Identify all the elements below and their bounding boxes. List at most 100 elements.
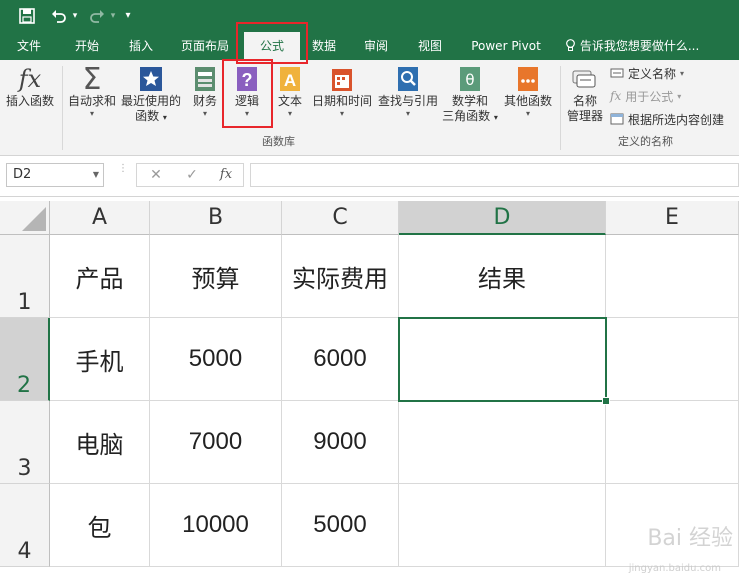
svg-text:A: A	[284, 71, 296, 90]
math-trig-button[interactable]: θ 数学和 三角函数 ▾	[442, 64, 498, 125]
insert-function-icon[interactable]: fx	[211, 164, 241, 186]
cell-d4[interactable]	[399, 484, 606, 567]
customize-qat-button[interactable]: ▾	[121, 0, 135, 32]
calendar-icon	[328, 64, 356, 94]
lightbulb-icon	[566, 39, 575, 51]
ribbon-formulas: fx 插入函数 Σ 自动求和 ▾ 最近使用的 函数 ▾ 财务 ▾ ? 逻辑 ▾	[0, 22, 739, 156]
name-box-dropdown-icon[interactable]: ▼	[93, 164, 99, 186]
recently-used-button[interactable]: 最近使用的 函数 ▾	[120, 64, 182, 125]
financial-button[interactable]: 财务 ▾	[186, 64, 224, 119]
tab-home[interactable]: 开始	[62, 32, 112, 60]
cell-a2[interactable]: 手机	[50, 318, 150, 401]
autosum-label: 自动求和	[67, 94, 116, 108]
group-label-function-library: 函数库	[262, 135, 295, 148]
name-manager-label-2: 管理器	[566, 109, 603, 123]
lookup-dropdown-icon: ▾	[405, 109, 410, 118]
text-dropdown-icon: ▾	[287, 109, 292, 118]
define-name-button[interactable]: 定义名称 ▾	[610, 64, 684, 82]
select-all-button[interactable]	[0, 201, 50, 235]
cell-e3[interactable]	[606, 401, 739, 484]
active-cell-border	[398, 317, 607, 402]
enter-icon[interactable]: ✓	[177, 164, 207, 186]
name-manager-label: 名称	[572, 94, 597, 108]
cell-d1[interactable]: 结果	[399, 235, 606, 318]
cell-a3[interactable]: 电脑	[50, 401, 150, 484]
magnifier-icon	[394, 64, 422, 94]
cell-b4[interactable]: 10000	[150, 484, 282, 567]
tab-page-layout[interactable]: 页面布局	[174, 32, 236, 60]
column-header-a[interactable]: A	[50, 201, 150, 235]
baidu-watermark: Bai 经验	[647, 526, 733, 551]
redo-icon	[90, 10, 104, 23]
insert-function-label: 插入函数	[5, 94, 54, 108]
row-header-1[interactable]: 1	[0, 235, 50, 318]
fill-handle[interactable]	[602, 397, 610, 405]
tab-file[interactable]: 文件	[4, 32, 54, 60]
column-header-d[interactable]: D	[399, 201, 606, 235]
redo-button[interactable]	[86, 0, 108, 32]
formula-input[interactable]	[250, 163, 739, 187]
column-header-e[interactable]: E	[606, 201, 739, 235]
formula-bar-grip[interactable]: ⋮	[118, 164, 128, 174]
cell-b2[interactable]: 5000	[150, 318, 282, 401]
cell-c1[interactable]: 实际费用	[282, 235, 399, 318]
baidu-watermark-url: jingyan.baidu.com	[628, 563, 721, 574]
cell-b3[interactable]: 7000	[150, 401, 282, 484]
formula-buttons: ✕ ✓ fx	[136, 163, 244, 187]
cell-d3[interactable]	[399, 401, 606, 484]
autosum-button[interactable]: Σ 自动求和 ▾	[66, 62, 118, 119]
lookup-button[interactable]: 查找与引用 ▾	[376, 64, 440, 119]
tab-power-pivot[interactable]: Power Pivot	[464, 32, 548, 60]
financial-dropdown-icon: ▾	[202, 109, 207, 118]
tab-insert[interactable]: 插入	[116, 32, 166, 60]
lookup-label: 查找与引用	[377, 94, 438, 108]
create-from-selection-button[interactable]: 根据所选内容创建	[610, 110, 724, 128]
ribbon-separator	[560, 66, 561, 150]
insert-function-button[interactable]: fx 插入函数	[4, 64, 56, 109]
cell-a1[interactable]: 产品	[50, 235, 150, 318]
text-functions-button[interactable]: A 文本 ▾	[272, 64, 308, 119]
cell-e2[interactable]	[606, 318, 739, 401]
datetime-button[interactable]: 日期和时间 ▾	[310, 64, 374, 119]
name-box[interactable]: D2 ▼	[6, 163, 104, 187]
math-trig-label: 数学和	[451, 94, 488, 108]
ribbon-separator	[62, 66, 63, 150]
math-trig-label-2: 三角函数 ▾	[442, 109, 498, 123]
save-button[interactable]	[14, 0, 40, 32]
column-header-c[interactable]: C	[282, 201, 399, 235]
cancel-icon[interactable]: ✕	[141, 164, 171, 186]
recently-used-label-2: 函数 ▾	[135, 109, 167, 123]
svg-text:θ: θ	[465, 71, 474, 89]
row-header-2[interactable]: 2	[0, 318, 50, 401]
tab-data[interactable]: 数据	[302, 32, 346, 60]
name-box-value: D2	[13, 167, 32, 182]
row-header-3[interactable]: 3	[0, 401, 50, 484]
cell-b1[interactable]: 预算	[150, 235, 282, 318]
cell-c4[interactable]: 5000	[282, 484, 399, 567]
redo-dropdown[interactable]: ▾	[108, 0, 118, 32]
cell-e1[interactable]	[606, 235, 739, 318]
undo-icon	[52, 10, 66, 23]
tab-review[interactable]: 审阅	[354, 32, 398, 60]
cell-a4[interactable]: 包	[50, 484, 150, 567]
use-in-formula-label: 用于公式	[625, 89, 674, 104]
column-header-b[interactable]: B	[150, 201, 282, 235]
cell-c3[interactable]: 9000	[282, 401, 399, 484]
create-from-selection-icon	[610, 113, 624, 125]
highlight-formulas-tab	[236, 22, 308, 64]
cell-c2[interactable]: 6000	[282, 318, 399, 401]
undo-button[interactable]	[48, 0, 70, 32]
more-functions-button[interactable]: 其他函数 ▾	[502, 64, 554, 119]
row-header-4[interactable]: 4	[0, 484, 50, 567]
financial-icon	[191, 64, 219, 94]
ribbon-tabs: 文件 开始 插入 页面布局 公式 数据 审阅 视图 Power Pivot 告诉…	[0, 32, 739, 60]
name-tag-icon	[571, 64, 599, 94]
more-functions-label: 其他函数	[503, 94, 552, 108]
use-in-formula-button[interactable]: fx 用于公式 ▾	[610, 87, 681, 105]
define-name-icon	[610, 68, 624, 78]
tell-me-box[interactable]: 告诉我您想要做什么...	[565, 32, 699, 60]
undo-dropdown[interactable]: ▾	[70, 0, 80, 32]
tab-view[interactable]: 视图	[408, 32, 452, 60]
define-name-label: 定义名称	[628, 66, 677, 81]
name-manager-button[interactable]: 名称 管理器	[562, 64, 608, 124]
